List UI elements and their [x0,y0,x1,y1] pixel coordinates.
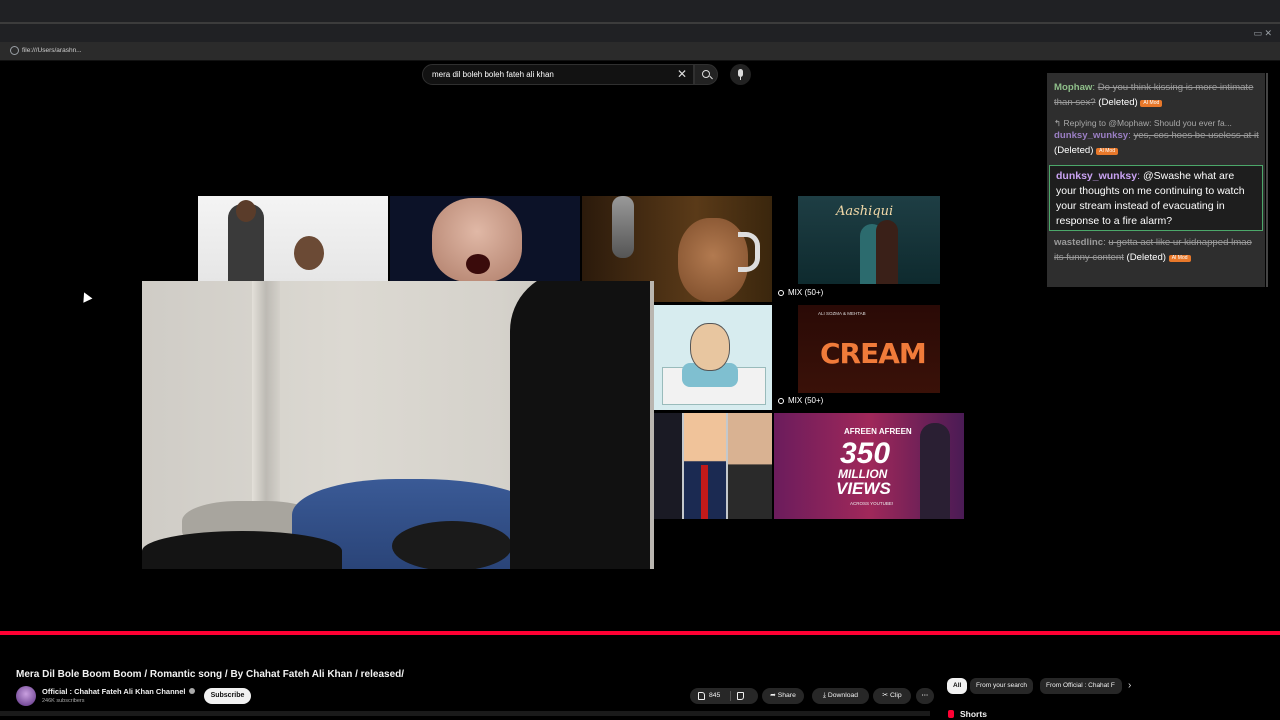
webcam-overlay [142,281,654,569]
mouse-cursor-icon [79,290,93,303]
mix-label-2: MIX (50+) [778,396,823,405]
address-bar[interactable]: file:///Users/arashn... [0,42,1280,61]
url-text[interactable]: file:///Users/arashn... [22,47,82,54]
like-count[interactable]: 845 [709,688,720,704]
chat-message: dunksy_wunksy: yes, cos hoes be useless … [1054,130,1259,156]
ai-mod-badge: AI Mod [1096,148,1118,155]
mix-radio-icon [778,290,784,296]
chip-from-channel[interactable]: From Official : Chahat F [1040,678,1122,694]
thumbs-down-icon[interactable] [737,692,744,700]
video-progress-bar[interactable] [0,631,1280,635]
highlighted-chat-message: dunksy_wunksy: @Swashe what are your tho… [1049,165,1263,231]
shorts-icon [948,710,954,718]
browser-title-bar [0,0,1280,22]
window-controls-icon[interactable]: ▭ ✕ [1253,28,1272,39]
clear-search-icon[interactable]: ✕ [677,67,687,81]
chip-from-your-search[interactable]: From your search [970,678,1033,694]
browser-tab-strip: ▭ ✕ [0,24,1280,42]
mix-radio-icon [778,398,784,404]
chat-message: wastedlinc: u gotta act like ur kidnappe… [1054,237,1252,263]
clip-button[interactable]: ✂ Clip [873,688,911,704]
verified-icon [188,688,195,694]
search-icon [702,70,710,78]
description-box-edge [0,711,930,716]
video-thumbnail-1[interactable] [198,196,388,282]
channel-name[interactable]: Official : Chahat Fateh Ali Khan Channel [42,687,195,696]
share-button[interactable]: ➦ Share [762,688,804,704]
subscriber-count: 246K subscribers [42,698,85,704]
chevron-right-icon[interactable]: › [1128,680,1131,691]
globe-icon [10,46,19,55]
channel-avatar[interactable] [16,686,36,706]
search-query[interactable]: mera dil boleh boleh fateh ali khan [432,70,554,79]
chat-scrollbar[interactable] [1266,73,1268,287]
chat-username[interactable]: dunksy_wunksy [1056,170,1137,182]
voice-search-button[interactable] [730,64,751,85]
video-thumbnail-5[interactable] [654,305,772,410]
like-dislike-group: 845 [690,688,758,704]
video-thumbnail-2[interactable] [390,196,580,282]
shorts-shelf-header[interactable]: Shorts [948,709,987,719]
video-title: Mera Dil Bole Boom Boom / Romantic song … [16,669,405,680]
video-thumbnail-8[interactable]: AFREEN AFREEN 350 MILLION VIEWS ACROSS Y… [774,413,964,519]
chip-all[interactable]: All [947,678,968,694]
ai-mod-badge: AI Mod [1168,255,1191,262]
subscribe-button[interactable]: Subscribe [204,688,251,704]
search-input[interactable]: mera dil boleh boleh fateh ali khan ✕ [422,64,694,85]
scissors-icon: ✂ [882,692,890,699]
chat-username[interactable]: wastedlinc [1054,237,1103,248]
search-button[interactable] [694,64,718,85]
thumbnail-title: Aashiqui [836,204,894,219]
more-actions-button[interactable]: ··· [916,688,934,704]
chat-message: Mophaw: Do you think kissing is more int… [1054,82,1254,108]
mix-thumbnail-1[interactable]: Aashiqui [798,196,940,284]
thumbnail-title: CREAM [820,337,927,370]
chat-username[interactable]: dunksy_wunksy [1054,130,1128,141]
chat-panel: Mophaw: Do you think kissing is more int… [1047,73,1265,287]
download-button[interactable]: ⤓ Download [812,688,869,704]
mix-label-1: MIX (50+) [778,288,823,297]
share-icon: ➦ [770,692,778,699]
chat-username[interactable]: Mophaw [1054,82,1092,93]
thumbs-up-icon[interactable] [698,692,705,700]
microphone-icon [738,69,743,77]
mix-thumbnail-2[interactable]: ALI SOZMA & MEHTAB CREAM [798,305,940,393]
video-thumbnail-7[interactable] [654,413,772,519]
ai-mod-badge: AI Mod [1140,100,1163,107]
